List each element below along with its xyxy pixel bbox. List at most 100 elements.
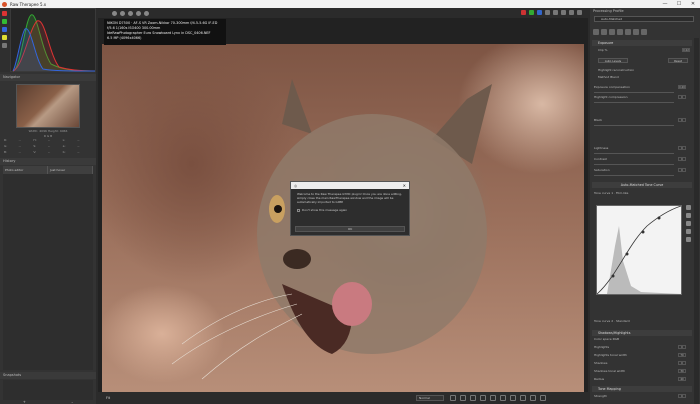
profile-select[interactable]: Auto-Matched: [594, 16, 694, 22]
tab-exposure-icon[interactable]: [593, 29, 599, 35]
tm-strength-row: Strength 0: [594, 394, 692, 399]
white-balance-tool-icon[interactable]: [120, 10, 125, 16]
row-value[interactable]: 0: [678, 118, 686, 122]
row-value[interactable]: 0: [678, 361, 686, 365]
history-list[interactable]: [3, 174, 93, 370]
raw-toggle-icon[interactable]: [2, 43, 7, 48]
zoom-label[interactable]: Fit: [106, 396, 110, 400]
saturation-slider[interactable]: [594, 175, 674, 176]
tone-mapping-header[interactable]: Tone Mapping: [592, 386, 692, 392]
exposure-comp-slider[interactable]: [594, 92, 674, 93]
lightness-slider[interactable]: [594, 153, 674, 154]
highlight-comp-slider[interactable]: [594, 102, 674, 103]
tab-color-icon[interactable]: [609, 29, 615, 35]
dialog-close-button[interactable]: ✕: [403, 183, 406, 188]
dont-show-label[interactable]: Don't show this message again: [302, 208, 347, 212]
color-space-row: Color space RGB: [594, 337, 692, 342]
send-to-editor-icon[interactable]: [540, 395, 546, 401]
row-label: Highlights tonal width: [594, 353, 627, 357]
row-label: Highlights: [594, 345, 610, 349]
snapshots-header[interactable]: Snapshots: [0, 372, 96, 379]
navigator-header[interactable]: Navigator: [0, 74, 96, 81]
save-icon[interactable]: [530, 395, 536, 401]
row-value[interactable]: 0: [678, 345, 686, 349]
reset-button[interactable]: Reset: [668, 58, 688, 63]
exif-overlay: NIKON D7500 · AF-S VR Zoom-Nikkor 70-300…: [104, 19, 226, 45]
flip-icon[interactable]: [569, 10, 574, 15]
snapshots-list[interactable]: [3, 380, 93, 400]
tone-curve1-mode[interactable]: Film-like: [616, 191, 628, 195]
dont-show-again[interactable]: Don't show this message again: [291, 208, 409, 212]
dont-show-checkbox[interactable]: [297, 208, 300, 212]
window-titlebar: Raw Therapee 5.x — ☐ ✕: [0, 0, 700, 8]
straighten-tool-icon[interactable]: [136, 10, 141, 16]
rotate-left-icon[interactable]: [553, 10, 558, 15]
contrast-slider[interactable]: [594, 164, 674, 165]
curve-link-icon[interactable]: [686, 205, 691, 210]
clipped-shadows-icon[interactable]: [529, 10, 534, 15]
row-value[interactable]: 30: [678, 369, 686, 373]
row-value[interactable]: 0: [678, 168, 686, 172]
new-detail-window-icon[interactable]: [500, 395, 506, 401]
shadows-highlights-header[interactable]: Shadows/Highlights: [592, 330, 692, 336]
tab-transform-icon[interactable]: [625, 29, 631, 35]
view-mode-select[interactable]: Normal: [416, 395, 444, 401]
history-col-editor[interactable]: Photo editor: [3, 166, 48, 174]
zoom-fit-icon[interactable]: [470, 395, 476, 401]
curve-reset-icon[interactable]: [686, 237, 691, 242]
clipped-highlights-icon[interactable]: [521, 10, 526, 15]
color-space-select[interactable]: RGB: [613, 337, 619, 341]
history-header[interactable]: History: [0, 158, 96, 165]
row-value[interactable]: 0.00: [678, 85, 686, 89]
black-slider[interactable]: [594, 125, 674, 126]
nav-value: H:: [33, 138, 37, 142]
tab-details-icon[interactable]: [601, 29, 607, 35]
add-snapshot-button[interactable]: +: [23, 400, 26, 404]
zoom-out-icon[interactable]: [460, 395, 466, 401]
fullscreen-icon[interactable]: [510, 395, 516, 401]
highlight-recon-toggle[interactable]: Highlight reconstruction: [598, 68, 696, 73]
row-label: Shadows: [594, 361, 608, 365]
maximize-button[interactable]: ☐: [672, 1, 686, 7]
rotate-right-icon[interactable]: [561, 10, 566, 15]
row-value[interactable]: 0: [678, 95, 686, 99]
tab-metadata-icon[interactable]: [641, 29, 647, 35]
crop-tool-icon[interactable]: [128, 10, 133, 16]
luminance-toggle-icon[interactable]: [2, 35, 7, 40]
row-value[interactable]: 0: [678, 394, 686, 398]
preview-channel-icon[interactable]: [537, 10, 542, 15]
auto-levels-button[interactable]: Auto Levels: [598, 58, 628, 63]
color-picker-icon[interactable]: [144, 10, 149, 16]
minimize-button[interactable]: —: [658, 1, 672, 7]
method-select[interactable]: Blend: [610, 75, 619, 79]
tab-raw-icon[interactable]: [633, 29, 639, 35]
green-channel-toggle-icon[interactable]: [2, 19, 7, 24]
blue-channel-toggle-icon[interactable]: [2, 27, 7, 32]
red-channel-toggle-icon[interactable]: [2, 11, 7, 16]
curve-open-icon[interactable]: [686, 213, 691, 218]
right-panel-scrollbar[interactable]: [694, 38, 699, 404]
row-value[interactable]: 0: [678, 157, 686, 161]
navigator-thumbnail[interactable]: [16, 84, 80, 128]
focus-mask-icon[interactable]: [545, 10, 550, 15]
close-window-button[interactable]: ✕: [686, 1, 700, 7]
row-value[interactable]: 0: [678, 146, 686, 150]
curve-copy-icon[interactable]: [686, 229, 691, 234]
row-value[interactable]: 70: [678, 353, 686, 357]
row-value[interactable]: 40: [678, 377, 686, 381]
flop-icon[interactable]: [577, 10, 582, 15]
exposure-section-header[interactable]: Exposure: [592, 40, 692, 46]
zoom-100-icon[interactable]: [480, 395, 486, 401]
tone-curve2-mode[interactable]: Standard: [616, 319, 630, 323]
queue-icon[interactable]: [520, 395, 526, 401]
history-col-hover[interactable]: Just hover: [48, 166, 93, 174]
tab-advanced-icon[interactable]: [617, 29, 623, 35]
remove-snapshot-button[interactable]: –: [71, 400, 73, 404]
curve-save-icon[interactable]: [686, 221, 691, 226]
zoom-in-icon[interactable]: [490, 395, 496, 401]
before-after-icon[interactable]: [450, 395, 456, 401]
hand-tool-icon[interactable]: [112, 10, 117, 16]
tone-curve-editor[interactable]: [596, 205, 682, 295]
dialog-ok-button[interactable]: OK: [295, 226, 405, 232]
clip-value[interactable]: 0.02: [682, 48, 690, 52]
